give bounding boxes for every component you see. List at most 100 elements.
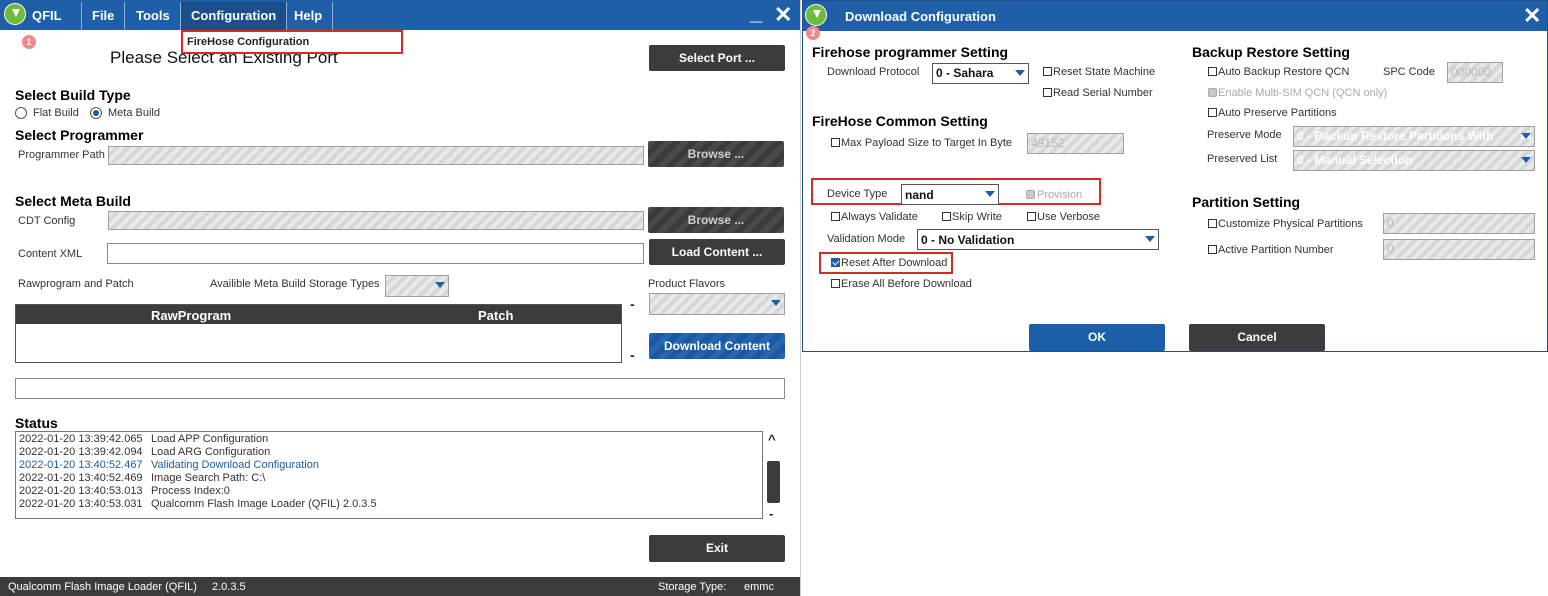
meta-build-title: Select Meta Build <box>15 193 131 209</box>
max-payload-value: 49152 <box>1031 136 1065 150</box>
exit-button[interactable]: Exit <box>649 535 785 562</box>
download-protocol-value: 0 - Sahara <box>936 66 994 80</box>
preserve-mode-label: Preserve Mode <box>1207 129 1282 141</box>
table-header-rawprogram: RawProgram <box>151 308 232 323</box>
skip-write-label: Skip Write <box>952 211 1002 223</box>
status-line: 2022-01-20 13:39:42.094 Load ARG Configur… <box>19 446 271 458</box>
close-icon[interactable]: ✕ <box>1523 5 1541 27</box>
meta-build-label: Meta Build <box>108 107 160 119</box>
product-flavors-combo[interactable] <box>649 293 785 315</box>
dropdown-item-firehose-configuration[interactable]: FireHose Configuration <box>187 36 309 48</box>
download-protocol-combo[interactable]: 0 - Sahara <box>932 63 1029 84</box>
always-validate-checkbox[interactable] <box>831 212 840 221</box>
cdt-browse-button[interactable]: Browse ... <box>648 207 784 233</box>
customize-physical-field: 0 <box>1383 213 1535 234</box>
erase-all-checkbox[interactable] <box>831 279 840 288</box>
max-payload-checkbox[interactable] <box>831 138 840 147</box>
chevron-down-icon <box>985 191 995 197</box>
cancel-button[interactable]: Cancel <box>1189 324 1325 351</box>
status-line: 2022-01-20 13:39:42.065 Load APP Configur… <box>19 433 269 445</box>
menu-help[interactable]: Help <box>284 2 334 30</box>
menu-tools[interactable]: Tools <box>126 2 181 30</box>
preserved-list-combo[interactable]: 0 - Manual Selection <box>1293 150 1535 171</box>
table-header-patch: Patch <box>478 308 514 323</box>
device-type-combo[interactable]: nand <box>901 184 999 205</box>
close-icon[interactable]: ✕ <box>774 4 792 26</box>
always-validate-label: Always Validate <box>841 211 918 223</box>
preserve-mode-combo[interactable]: 0 - Backup Restore Partitions With <box>1293 126 1535 147</box>
enable-multi-sim-checkbox[interactable] <box>1208 88 1217 97</box>
scroll-down-icon[interactable]: - <box>769 506 773 521</box>
download-content-button[interactable]: Download Content <box>649 333 785 359</box>
ok-button[interactable]: OK <box>1029 324 1165 351</box>
use-verbose-checkbox[interactable] <box>1027 212 1036 221</box>
customize-physical-label: Customize Physical Partitions <box>1218 218 1363 230</box>
device-type-label: Device Type <box>827 188 888 200</box>
enable-multi-sim-label: Enable Multi-SIM QCN (QCN only) <box>1218 87 1388 99</box>
minus-icon[interactable]: - <box>630 347 635 363</box>
status-bar: Qualcomm Flash Image Loader (QFIL) 2.0.3… <box>0 577 800 596</box>
status-title: Status <box>15 415 58 431</box>
qfil-window: QFIL File Tools Configuration Help _ ✕ 1… <box>0 0 801 596</box>
status-line: 2022-01-20 13:40:53.031 Qualcomm Flash Im… <box>19 498 377 510</box>
validation-mode-combo[interactable]: 0 - No Validation <box>917 229 1159 250</box>
status-scrollbar-thumb[interactable] <box>767 461 780 503</box>
footer-storage-value[interactable]: emmc <box>744 581 774 593</box>
active-partition-label: Active Partition Number <box>1218 244 1334 256</box>
rawprogram-patch-table[interactable]: RawProgram Patch <box>15 304 622 363</box>
active-partition-value: 0 <box>1387 242 1394 256</box>
dialog-titlebar: Download Configuration ✕ <box>803 1 1547 31</box>
max-payload-label: Max Payload Size to Target In Byte <box>841 137 1012 149</box>
status-log[interactable]: 2022-01-20 13:39:42.065 Load APP Configur… <box>15 431 763 519</box>
preserved-list-label: Preserved List <box>1207 153 1278 165</box>
read-serial-number-checkbox[interactable] <box>1043 88 1052 97</box>
content-xml-field[interactable] <box>107 243 644 264</box>
reset-state-machine-label: Reset State Machine <box>1053 66 1156 78</box>
status-line: 2022-01-20 13:40:52.469 Image Search Path… <box>19 472 266 484</box>
programmer-path-label: Programmer Path <box>18 149 105 161</box>
meta-build-radio[interactable] <box>90 107 102 119</box>
storage-types-label: Availible Meta Build Storage Types <box>210 278 380 290</box>
auto-preserve-checkbox[interactable] <box>1208 108 1217 117</box>
auto-backup-label: Auto Backup Restore QCN <box>1218 66 1350 78</box>
customize-physical-checkbox[interactable] <box>1208 219 1217 228</box>
reset-state-machine-checkbox[interactable] <box>1043 67 1052 76</box>
qfil-window-title: QFIL <box>32 8 62 23</box>
footer-app-name: Qualcomm Flash Image Loader (QFIL) <box>8 581 197 593</box>
chevron-down-icon <box>1521 133 1531 139</box>
qfil-titlebar: QFIL File Tools Configuration Help _ ✕ <box>0 0 800 30</box>
provision-label: Provision <box>1037 189 1083 201</box>
spc-code-label: SPC Code <box>1383 66 1435 78</box>
download-configuration-dialog: Download Configuration ✕ 2 Firehose prog… <box>802 0 1548 352</box>
partition-title: Partition Setting <box>1192 194 1301 210</box>
cdt-config-field <box>108 211 644 230</box>
erase-all-label: Erase All Before Download <box>841 278 972 290</box>
auto-backup-checkbox[interactable] <box>1208 67 1217 76</box>
active-partition-checkbox[interactable] <box>1208 245 1217 254</box>
reset-after-download-checkbox[interactable] <box>831 258 840 267</box>
storage-types-combo[interactable] <box>385 275 449 297</box>
status-line: 2022-01-20 13:40:53.013 Process Index:0 <box>19 485 230 497</box>
max-payload-field: 49152 <box>1027 133 1124 154</box>
skip-write-checkbox[interactable] <box>942 212 951 221</box>
scroll-up-icon[interactable]: ^ <box>768 432 776 447</box>
menu-file[interactable]: File <box>81 2 126 30</box>
read-serial-number-label: Read Serial Number <box>1053 87 1153 99</box>
preserve-mode-value: 0 - Backup Restore Partitions With <box>1297 129 1494 143</box>
device-type-value: nand <box>905 188 934 202</box>
menu-configuration[interactable]: Configuration <box>181 2 288 30</box>
programmer-browse-button[interactable]: Browse ... <box>648 141 784 167</box>
preserved-list-value: 0 - Manual Selection <box>1297 153 1413 167</box>
minus-icon[interactable]: - <box>630 296 635 312</box>
select-port-button[interactable]: Select Port ... <box>649 45 785 71</box>
product-flavors-label: Product Flavors <box>648 278 726 290</box>
load-content-button[interactable]: Load Content ... <box>649 239 785 265</box>
spc-code-field: 000000 <box>1447 62 1503 83</box>
download-protocol-label: Download Protocol <box>827 66 920 78</box>
minimize-icon[interactable]: _ <box>750 2 762 24</box>
provision-checkbox[interactable] <box>1026 190 1035 199</box>
flat-build-radio[interactable] <box>15 107 27 119</box>
validation-mode-value: 0 - No Validation <box>921 233 1015 247</box>
dialog-title: Download Configuration <box>845 9 996 24</box>
programmer-title: Select Programmer <box>15 127 144 143</box>
